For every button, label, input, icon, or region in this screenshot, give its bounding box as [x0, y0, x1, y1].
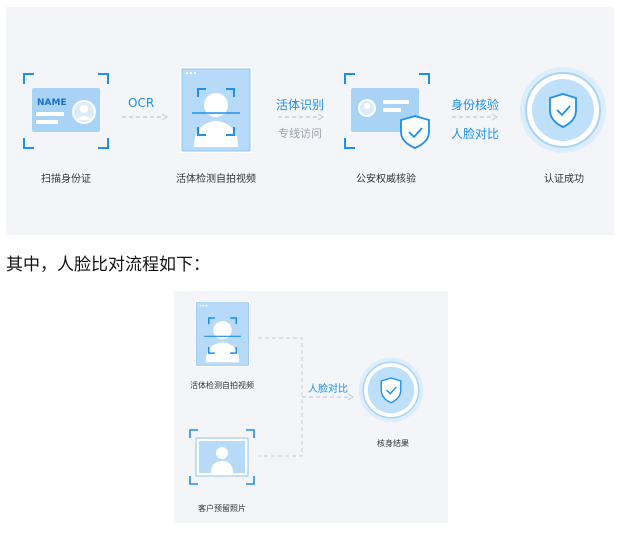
card-name-text: NAME	[37, 98, 67, 108]
connector-label-dedicated-line: 专线访问	[278, 127, 322, 140]
result-label: 核身结果	[377, 439, 409, 448]
connector-label-face-compare-bottom: 人脸对比	[308, 384, 348, 395]
shield-check-icon	[519, 66, 607, 154]
portrait-photo-icon	[188, 428, 256, 486]
dashed-arrow	[122, 113, 168, 121]
merge-connector-lines	[258, 336, 358, 460]
step-label-success: 认证成功	[544, 174, 584, 185]
id-card-scan-icon	[22, 72, 110, 152]
step-label-face-scan: 活体检测自拍视频	[176, 174, 256, 185]
input-label-face-scan: 活体检测自拍视频	[190, 381, 254, 390]
connector-label-liveness: 活体识别	[276, 98, 325, 112]
face-scan-icon	[195, 300, 250, 368]
step-label-police-verify: 公安权威核验	[356, 174, 416, 185]
connector-label-identity-verify: 身份核验	[451, 98, 500, 112]
face-scan-icon	[180, 67, 252, 153]
connector-label-face-compare: 人脸对比	[451, 127, 500, 141]
dashed-arrow	[452, 113, 498, 121]
input-label-reserved-photo: 客户预留照片	[198, 504, 246, 513]
connector-label-ocr: OCR	[128, 96, 155, 110]
id-card-verified-icon	[343, 72, 435, 152]
step-label-scan-id: 扫描身份证	[41, 174, 91, 185]
shield-check-icon	[358, 357, 424, 423]
dashed-arrow	[278, 113, 324, 121]
intro-sentence: 其中，人脸比对流程如下：	[6, 255, 210, 275]
